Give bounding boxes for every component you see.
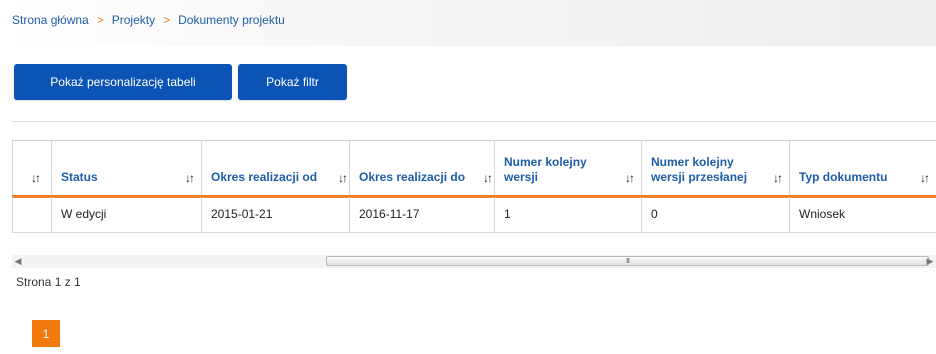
breadcrumb-separator: > (96, 13, 104, 27)
column-header-label: Numer kolejny wersji (504, 155, 587, 185)
table-cell: 2016-11-17 (350, 197, 495, 232)
column-header-select[interactable]: ↓↑ (12, 141, 52, 195)
table-cell: Wniosek (799, 207, 846, 221)
sort-icon[interactable]: ↓↑ (773, 171, 783, 185)
column-header-label-line: wersji przesłanej (651, 170, 748, 184)
grip-icon: III (626, 258, 630, 265)
sort-icon[interactable]: ↓↑ (483, 171, 493, 185)
sort-icon[interactable]: ↓↑ (625, 171, 635, 185)
column-header-sent-version-number[interactable]: Numer kolejny wersji przesłanej ↓↑ (642, 141, 790, 195)
breadcrumb: Strona główna > Projekty > Dokumenty projekt… (12, 13, 285, 27)
column-header-label: Status (61, 170, 98, 184)
page-info: Strona 1 z 1 (16, 275, 81, 289)
sort-icon[interactable]: ↓↑ (338, 171, 348, 185)
divider (12, 121, 936, 122)
sort-icon[interactable]: ↓↑ (920, 171, 930, 185)
column-header-status[interactable]: Status ↓↑ (52, 141, 202, 195)
documents-table: ↓↑ Status ↓↑ Okres realizacji od ↓↑ Okre… (12, 140, 936, 233)
breadcrumb-separator: > (163, 13, 171, 27)
table-cell: 2015-01-21 (202, 197, 350, 232)
column-header-label-line: wersji (504, 170, 539, 184)
page-button-current[interactable]: 1 (32, 320, 60, 347)
scrollbar-thumb[interactable]: III (326, 256, 929, 266)
column-header-period-from[interactable]: Okres realizacji od ↓↑ (202, 141, 350, 195)
sort-icon[interactable]: ↓↑ (185, 171, 195, 185)
table-cell: 1 (495, 197, 642, 232)
table-cell: 0 (642, 197, 790, 232)
column-header-label: Typ dokumentu (799, 170, 888, 184)
sort-icon[interactable]: ↓↑ (31, 171, 41, 185)
column-header-version-number[interactable]: Numer kolejny wersji ↓↑ (495, 141, 642, 195)
column-header-label-line: Numer kolejny (504, 155, 587, 169)
breadcrumb-bar: Strona główna > Projekty > Dokumenty projekt… (0, 0, 936, 46)
table-row[interactable]: W edycji 2015-01-21 2016-11-17 1 0 Wnios… (12, 197, 936, 233)
column-header-label: Okres realizacji od (211, 170, 318, 184)
column-header-period-to[interactable]: Okres realizacji do ↓↑ (350, 141, 495, 195)
scroll-left-icon[interactable]: ◀ (12, 255, 24, 268)
scroll-right-icon[interactable]: ▶ (924, 255, 936, 268)
table-cell: W edycji (52, 197, 202, 232)
show-table-personalization-button[interactable]: Pokaż personalizację tabeli (14, 64, 232, 100)
column-header-label: Numer kolejny wersji przesłanej (651, 155, 747, 185)
column-header-label-line: Numer kolejny (651, 155, 734, 169)
column-header-label: Okres realizacji do (359, 170, 466, 184)
table-cell (12, 197, 52, 232)
horizontal-scrollbar[interactable]: ◀ III ▶ (12, 255, 936, 268)
table-header: ↓↑ Status ↓↑ Okres realizacji od ↓↑ Okre… (12, 140, 936, 198)
column-header-document-type[interactable]: Typ dokumentu ↓↑ (790, 141, 936, 195)
breadcrumb-current[interactable]: Dokumenty projektu (178, 13, 285, 27)
breadcrumb-home-link[interactable]: Strona główna (12, 13, 89, 27)
show-filter-button[interactable]: Pokaż filtr (238, 64, 347, 100)
breadcrumb-projects-link[interactable]: Projekty (112, 13, 155, 27)
